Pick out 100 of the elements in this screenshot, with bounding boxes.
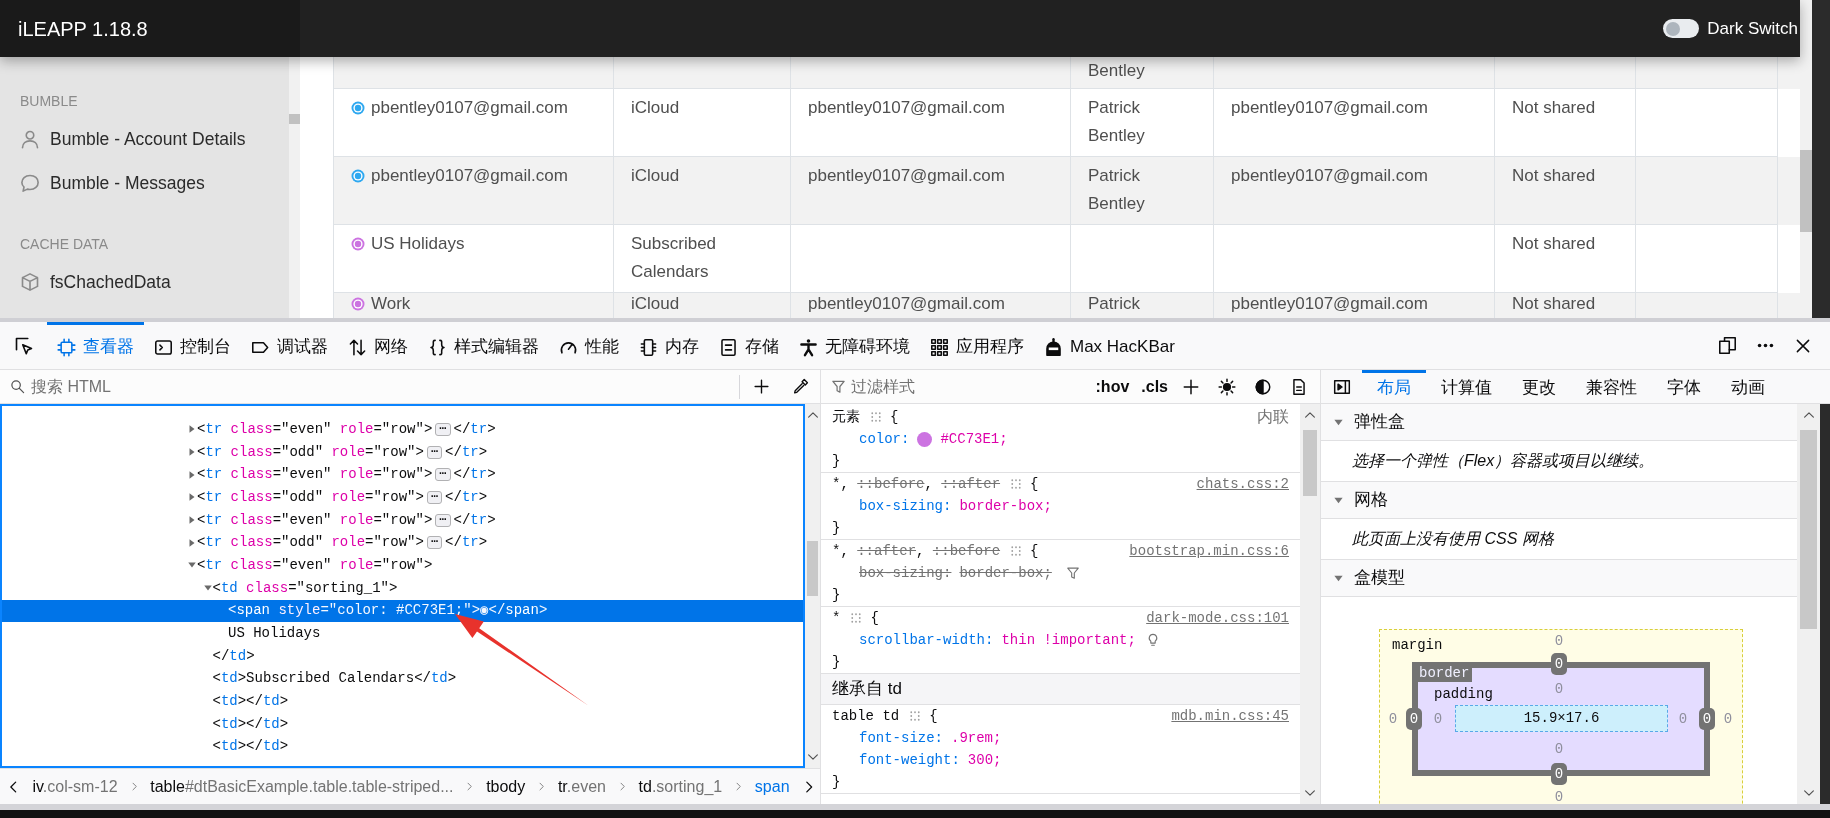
panel-tab[interactable]: 兼容性 — [1571, 370, 1652, 403]
markup-text: </tr> — [445, 442, 488, 462]
border-value: 0 — [1406, 708, 1422, 730]
brace: } — [832, 653, 841, 672]
ellipsis-badge[interactable]: ⋯ — [426, 445, 443, 459]
disclosure-triangle-icon[interactable] — [187, 537, 197, 548]
source-link[interactable]: chats.css:2 — [1196, 473, 1289, 495]
ellipsis-badge[interactable]: ⋯ — [435, 513, 451, 527]
highlighter-icon[interactable] — [909, 710, 922, 722]
brace: { — [1030, 475, 1039, 494]
source-link[interactable]: bootstrap.min.css:6 — [1129, 540, 1289, 562]
toolbar-tab[interactable]: 应用程序 — [920, 322, 1034, 369]
source-link[interactable]: mdb.min.css:45 — [1171, 705, 1289, 727]
document-icon[interactable] — [1290, 377, 1308, 396]
content-box: 15.9×17.6 — [1455, 705, 1668, 732]
highlighter-icon[interactable] — [850, 612, 863, 624]
highlighter-icon[interactable] — [870, 411, 882, 423]
brace: } — [832, 452, 841, 471]
eyedropper-icon[interactable] — [792, 378, 809, 395]
color-swatch[interactable] — [917, 431, 933, 447]
class-toggle[interactable]: .cls — [1141, 374, 1168, 399]
disclosure-triangle-icon[interactable] — [187, 515, 197, 526]
scrollbar-thumb[interactable] — [1303, 430, 1317, 496]
toolbar-tab[interactable]: 网络 — [338, 322, 418, 369]
sidebar-item[interactable]: Bumble - Account Details — [0, 117, 289, 161]
scrollbar-thumb[interactable] — [1800, 150, 1812, 232]
search-field[interactable]: 搜索 HTML — [31, 374, 731, 399]
toolbar-tab[interactable]: 样式编辑器 — [418, 322, 549, 369]
person-icon — [799, 337, 818, 357]
ellipsis-badge[interactable]: ⋯ — [435, 422, 451, 436]
disclosure-triangle-icon[interactable] — [187, 469, 197, 480]
property-value: thin !important; — [1001, 631, 1136, 650]
selected-row-highlight[interactable]: <span style="color: #CC73E1;">◉</span> — [2, 599, 803, 623]
toolbar-tab[interactable]: 内存 — [629, 322, 709, 369]
speech-bubble-icon — [20, 173, 40, 193]
markup-text: <tr class="odd" role="row"> — [197, 487, 424, 507]
scrollbar-thumb[interactable] — [1800, 430, 1817, 629]
filter-field[interactable]: 过滤样式 — [851, 374, 1021, 399]
cell-text: Patrick Bentley — [1088, 97, 1146, 147]
padding-value: 0 — [1553, 680, 1565, 698]
highlighter-icon[interactable] — [1010, 478, 1023, 490]
property-name: font-size: — [859, 729, 943, 748]
disclosure-triangle-icon[interactable] — [187, 447, 197, 458]
filter-icon[interactable] — [1065, 566, 1080, 580]
section-header[interactable]: 弹性盒 — [1321, 404, 1797, 441]
disclosure-triangle-icon[interactable] — [187, 492, 197, 503]
scrollbar-thumb[interactable] — [807, 541, 818, 596]
element-picker-icon[interactable] — [13, 335, 34, 356]
disclosure-triangle-icon[interactable] — [187, 424, 197, 435]
arrows-icon — [348, 337, 367, 357]
markup-text: <td></td> — [212, 714, 289, 734]
sun-icon[interactable] — [1218, 377, 1236, 396]
toggle-switch[interactable] — [1663, 19, 1700, 38]
panel-tab[interactable]: 字体 — [1652, 370, 1716, 403]
cell-text: pbentley0107@gmail.com — [1231, 165, 1428, 187]
markup-text: <tr class="even" role="row"> — [197, 555, 433, 575]
panel-tab[interactable]: 更改 — [1507, 370, 1571, 403]
property-value: #CC73E1; — [940, 430, 1008, 449]
markup-text: <td>Subscribed Calendars</td> — [212, 669, 457, 689]
add-icon[interactable] — [753, 378, 770, 395]
toolbar-tab[interactable]: Max HacKBar — [1034, 322, 1185, 369]
contrast-icon[interactable] — [1254, 377, 1272, 396]
panel-tab[interactable]: 动画 — [1716, 370, 1780, 403]
source-link[interactable]: dark-mode.css:101 — [1146, 607, 1289, 629]
sidebar-item[interactable]: Bumble - Messages — [0, 161, 289, 205]
property-name: scrollbar-width: — [859, 631, 994, 650]
toolbar-tab[interactable]: 调试器 — [241, 322, 338, 369]
breadcrumb-item[interactable]: tr.even — [557, 774, 606, 799]
cell-text: pbentley0107@gmail.com — [808, 97, 1005, 119]
padding-value: 0 — [1553, 740, 1565, 758]
ellipsis-badge[interactable]: ⋯ — [426, 536, 443, 550]
cell-text: Not shared — [1512, 97, 1596, 119]
cell-text: Patrick Bentley — [1088, 165, 1146, 215]
section-header[interactable]: 网格 — [1321, 482, 1797, 519]
terminal-icon — [154, 337, 173, 357]
frame-icon — [57, 337, 76, 357]
windows-icon[interactable] — [1718, 336, 1737, 355]
toolbar-tab[interactable]: 无障碍环境 — [789, 322, 920, 369]
panel-tab[interactable]: 计算值 — [1426, 370, 1507, 403]
breadcrumb-item[interactable]: table#dtBasicExample.table.table-striped... — [150, 774, 454, 799]
breadcrumb-item[interactable]: iv.col-sm-12 — [32, 774, 118, 799]
toolbar-tab[interactable]: 性能 — [549, 322, 629, 369]
search-icon — [10, 379, 25, 394]
breadcrumb-item[interactable]: span — [754, 774, 790, 799]
pseudo-class-toggle[interactable]: :hov — [1095, 374, 1130, 399]
toolbar-tab[interactable]: 存储 — [709, 322, 789, 369]
breadcrumb-item[interactable]: td.sorting_1 — [638, 774, 723, 799]
sidebar-toggle-icon[interactable] — [1332, 377, 1351, 396]
highlighter-icon[interactable] — [1010, 545, 1023, 557]
add-icon[interactable] — [1182, 377, 1200, 396]
padding-value: 0 — [1432, 710, 1444, 728]
sidebar-item[interactable]: fsChachedData — [0, 260, 289, 304]
ellipsis-badge[interactable]: ⋯ — [426, 490, 443, 504]
breadcrumb-item[interactable]: tbody — [486, 774, 526, 799]
markup-text: </tr> — [445, 487, 488, 507]
toolbar-tab[interactable]: 控制台 — [144, 322, 241, 369]
cell-text: Not shared — [1512, 165, 1596, 187]
section-header[interactable]: 盒模型 — [1321, 560, 1797, 597]
ellipsis-badge[interactable]: ⋯ — [435, 468, 451, 482]
scrollbar-thumb[interactable] — [289, 114, 300, 124]
